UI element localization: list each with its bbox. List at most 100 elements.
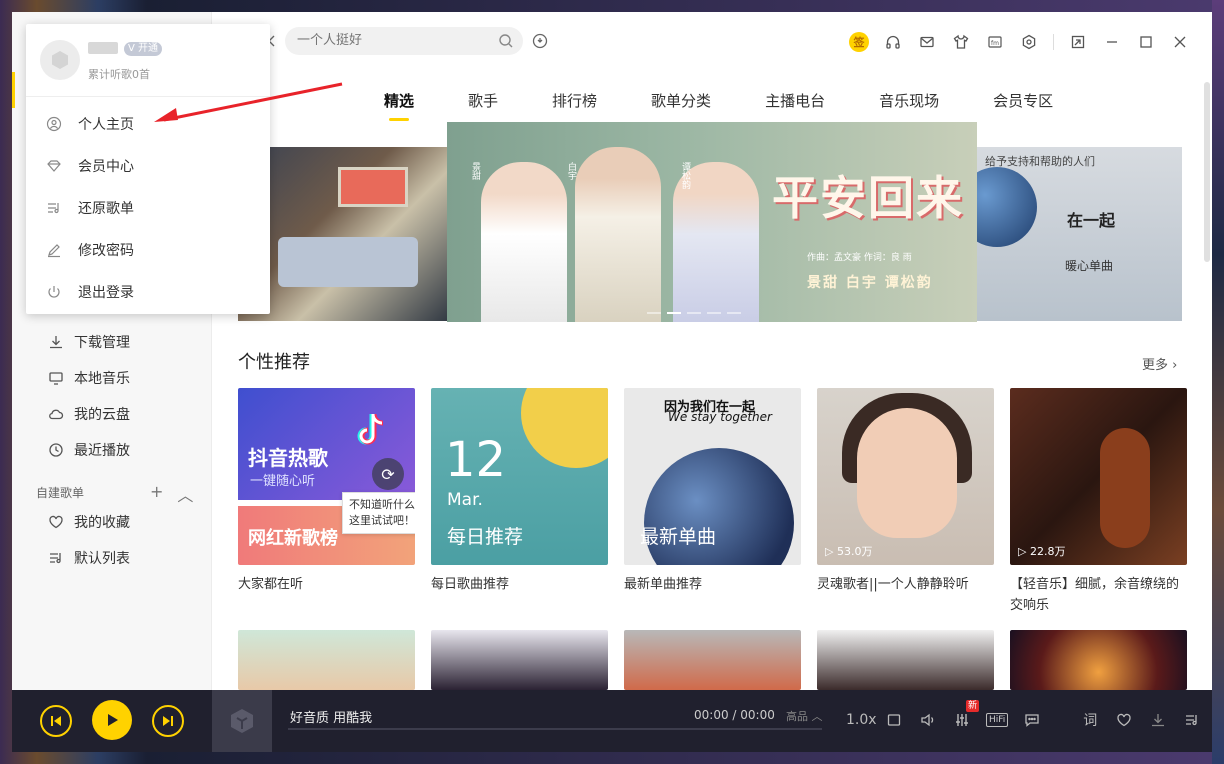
hifi-toggle[interactable]: HiFi (986, 713, 1009, 727)
tab-charts[interactable]: 排行榜 (552, 90, 597, 111)
player-bar: 好音质 用酷我 00:00 / 00:00 高品 ︿ 1.0x HiFi 词 新 (12, 690, 1212, 752)
minimize-icon[interactable] (1102, 32, 1122, 52)
recommendation-card[interactable] (238, 630, 415, 690)
menu-item-label: 修改密码 (78, 243, 134, 259)
banner-text: 给予支持和帮助的人们 (985, 155, 1095, 168)
collapse-section-button[interactable]: ︿ (177, 482, 193, 506)
refresh-icon[interactable]: ⟳ (372, 458, 404, 490)
card-title: 最新单曲 (640, 526, 717, 548)
quality-selector[interactable]: 高品 ︿ (786, 708, 823, 724)
menu-item-label: 会员中心 (78, 159, 134, 175)
album-placeholder-icon (231, 709, 253, 733)
new-badge: 新 (966, 700, 980, 712)
card-title: 网红新歌榜 (248, 528, 338, 549)
carousel-dot[interactable] (727, 312, 741, 314)
download-icon[interactable] (1148, 710, 1168, 730)
recommendation-card[interactable]: ▷ 22.8万 (1010, 388, 1187, 565)
card-title: 每日推荐 (447, 526, 524, 548)
loop-mode-icon[interactable] (884, 710, 904, 730)
top-bar: 签 fm (212, 12, 1212, 72)
douyin-logo-icon (357, 413, 384, 445)
sidebar-item-cloud[interactable]: 我的云盘 (48, 404, 130, 424)
banner-slide-previous[interactable] (238, 147, 453, 321)
comment-icon[interactable] (1022, 710, 1042, 730)
card-title: 抖音热歌 (248, 446, 328, 470)
skin-shirt-icon[interactable] (951, 32, 971, 52)
equalizer-icon[interactable] (952, 710, 972, 730)
recommendation-card[interactable] (624, 630, 801, 690)
play-count: ▷ 22.8万 (1018, 545, 1066, 558)
sidebar-item-recent[interactable]: 最近播放 (48, 440, 130, 460)
banner-slide-current[interactable]: 景甜 白宇 谭松韵 平安回来 作曲：孟文豪 作词：良 雨 景甜 白宇 谭松韵 (447, 122, 977, 322)
menu-item-vip-center[interactable]: 会员中心 (46, 156, 134, 176)
vip-open-badge[interactable]: V 开通 (124, 42, 163, 56)
tab-playlist-categories[interactable]: 歌单分类 (651, 90, 711, 111)
recommendation-card[interactable]: ▷ 53.0万 (817, 388, 994, 565)
scrollbar[interactable] (1204, 82, 1210, 262)
card-subtitle: 一键随心听 (250, 474, 316, 489)
heart-icon[interactable] (1114, 710, 1134, 730)
more-link[interactable]: 更多 › (1142, 354, 1177, 373)
previous-button[interactable] (40, 705, 72, 737)
add-playlist-button[interactable]: + (150, 482, 163, 506)
avatar[interactable] (40, 40, 80, 80)
sign-in-reward-icon[interactable]: 签 (849, 32, 869, 52)
volume-icon[interactable] (918, 710, 938, 730)
carousel-dot[interactable] (647, 312, 661, 314)
card-caption[interactable]: 每日歌曲推荐 (431, 574, 611, 595)
tab-featured[interactable]: 精选 (384, 90, 414, 111)
close-icon[interactable] (1170, 32, 1190, 52)
search-input[interactable] (285, 27, 523, 55)
carousel-dot[interactable] (687, 312, 701, 314)
card-caption[interactable]: 最新单曲推荐 (624, 574, 804, 595)
sidebar-item-favorites[interactable]: 我的收藏 (48, 512, 130, 532)
recommendation-card[interactable]: 12 Mar. 每日推荐 (431, 388, 608, 565)
recommendation-card[interactable] (431, 630, 608, 690)
carousel-dot[interactable] (667, 312, 681, 314)
card-date-day: 12 (445, 432, 507, 488)
tab-artists[interactable]: 歌手 (468, 90, 498, 111)
sidebar-item-local-music[interactable]: 本地音乐 (48, 368, 130, 388)
carousel-dot[interactable] (707, 312, 721, 314)
tab-vip[interactable]: 会员专区 (993, 90, 1053, 111)
playlist-icon (48, 203, 59, 214)
playback-time: 00:00 / 00:00 (694, 708, 775, 722)
banner-slide-next[interactable]: 给予支持和帮助的人们 在一起 暖心单曲 (977, 147, 1182, 321)
progress-bar[interactable] (288, 728, 822, 730)
headphones-icon[interactable] (883, 32, 903, 52)
recommendation-card[interactable]: 抖音热歌 一键随心听 网红新歌榜 ⟳ 不知道听什么点这里试试吧！ (238, 388, 415, 565)
card-date-month: Mar. (447, 490, 483, 510)
recommendation-card[interactable] (1010, 630, 1187, 690)
banner-carousel: 景甜 白宇 谭松韵 平安回来 作曲：孟文豪 作词：良 雨 景甜 白宇 谭松韵 给… (238, 122, 1182, 322)
card-caption[interactable]: 大家都在听 (238, 574, 418, 595)
previous-icon (51, 716, 61, 726)
heart-icon (49, 515, 63, 529)
tab-live[interactable]: 音乐现场 (879, 90, 939, 111)
song-recognition-icon[interactable] (532, 33, 548, 49)
playlist-queue-icon[interactable] (1182, 710, 1202, 730)
mail-icon[interactable] (917, 32, 937, 52)
card-caption[interactable]: 【轻音乐】细腻，余音缭绕的交响乐 (1010, 574, 1190, 616)
menu-item-profile[interactable]: 个人主页 (46, 114, 134, 134)
lyrics-button[interactable]: 词 (1080, 710, 1100, 730)
recommendation-card[interactable] (817, 630, 994, 690)
fm-radio-icon[interactable]: fm (985, 32, 1005, 52)
sidebar-item-downloads[interactable]: 下载管理 (48, 332, 130, 352)
tab-radio[interactable]: 主播电台 (765, 90, 825, 111)
next-button[interactable] (152, 705, 184, 737)
play-button[interactable] (92, 700, 132, 740)
playback-speed[interactable]: 1.0x (846, 712, 877, 728)
sidebar-item-default-list[interactable]: 默认列表 (48, 548, 130, 568)
card-artwork (1100, 428, 1150, 548)
card-caption[interactable]: 灵魂歌者||一个人静静聆听 (817, 574, 997, 595)
settings-icon[interactable] (1019, 32, 1039, 52)
menu-item-restore-playlist[interactable]: 还原歌单 (46, 198, 134, 218)
menu-item-change-password[interactable]: 修改密码 (46, 240, 134, 260)
search-icon[interactable] (498, 33, 514, 49)
now-playing-cover[interactable] (212, 690, 272, 752)
menu-item-logout[interactable]: 退出登录 (46, 282, 134, 302)
mini-mode-icon[interactable] (1068, 32, 1088, 52)
maximize-icon[interactable] (1136, 32, 1156, 52)
recommendation-card[interactable]: 因为我们在一起 We stay together 最新单曲 (624, 388, 801, 565)
pencil-icon (48, 244, 60, 258)
